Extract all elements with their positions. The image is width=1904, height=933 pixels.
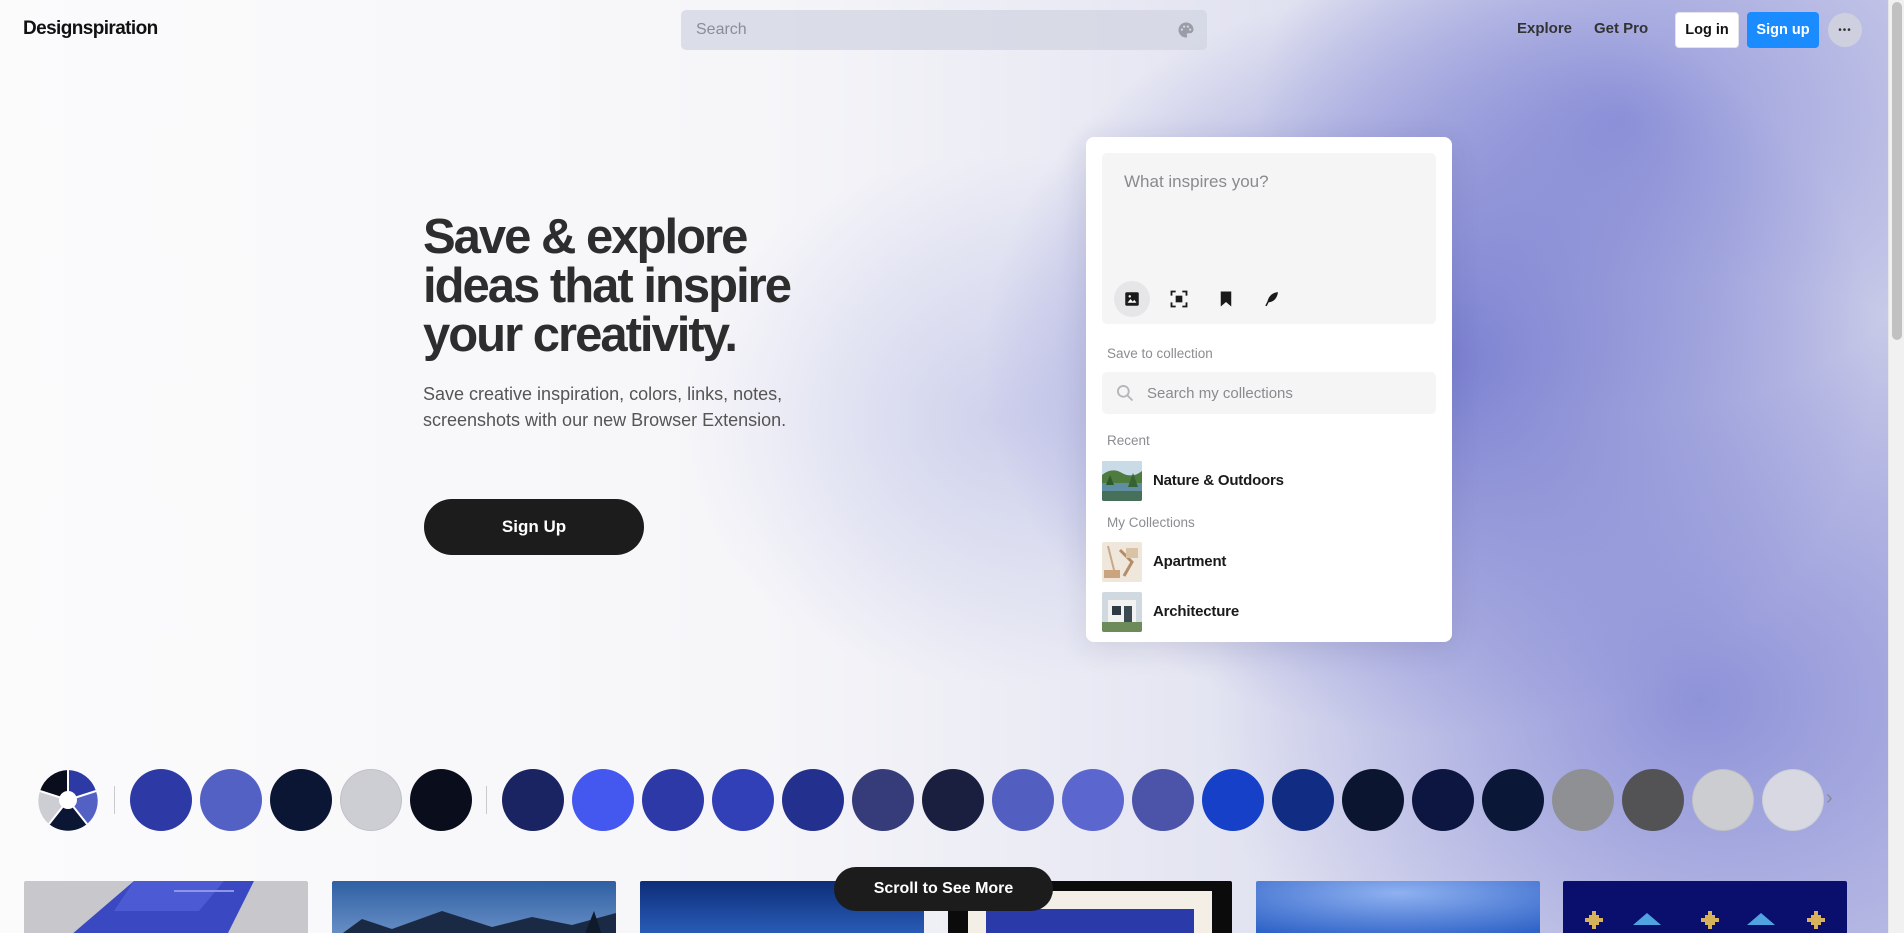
color-swatch[interactable] [642, 769, 704, 831]
feather-icon [1265, 292, 1278, 307]
hero-subtitle: Save creative inspiration, colors, links… [423, 384, 787, 430]
collection-name: Nature & Outdoors [1153, 472, 1284, 489]
scroll-to-see-more-button[interactable]: Scroll to See More [834, 867, 1053, 911]
color-swatch[interactable] [1272, 769, 1334, 831]
bookmark-icon [1220, 291, 1232, 307]
color-swatch[interactable] [200, 769, 262, 831]
color-swatch[interactable] [1132, 769, 1194, 831]
color-swatch[interactable] [130, 769, 192, 831]
search-icon [1117, 385, 1134, 402]
color-wheel-icon[interactable] [37, 769, 99, 831]
top-nav: Designspiration Explore Get Pro Log in S… [0, 0, 1888, 60]
color-swatch[interactable] [1482, 769, 1544, 831]
scrollbar-thumb[interactable] [1892, 2, 1902, 340]
login-button[interactable]: Log in [1675, 12, 1739, 48]
color-swatch[interactable] [270, 769, 332, 831]
collection-thumbnail [1102, 461, 1142, 501]
strip-divider [114, 786, 115, 814]
extension-preview-card: What inspires you? Save to collection Se… [1086, 137, 1452, 642]
recent-label: Recent [1107, 433, 1150, 448]
more-icon: ••• [1838, 24, 1852, 36]
save-to-collection-label: Save to collection [1107, 346, 1213, 361]
color-swatch[interactable] [992, 769, 1054, 831]
collection-search-placeholder: Search my collections [1147, 385, 1293, 402]
color-swatch[interactable] [1762, 769, 1824, 831]
strip-divider [486, 786, 487, 814]
chevron-right-icon[interactable]: › [1826, 787, 1833, 810]
image-tool-button[interactable] [1114, 281, 1150, 317]
pin-thumbnail[interactable] [1256, 881, 1540, 933]
color-swatch[interactable] [712, 769, 774, 831]
pin-thumbnail[interactable] [332, 881, 616, 933]
compose-box[interactable]: What inspires you? [1102, 153, 1436, 324]
collection-name: Architecture [1153, 603, 1239, 620]
screenshot-icon [1170, 290, 1188, 308]
collection-thumbnail [1102, 542, 1142, 582]
color-swatch[interactable] [410, 769, 472, 831]
collection-item[interactable]: Nature & Outdoors [1102, 461, 1436, 501]
color-swatch[interactable] [1062, 769, 1124, 831]
color-swatch[interactable] [852, 769, 914, 831]
more-options-button[interactable]: ••• [1828, 13, 1862, 47]
color-strip: › [0, 768, 1888, 832]
note-tool-button[interactable] [1254, 281, 1290, 317]
pin-thumbnail[interactable] [1563, 881, 1847, 933]
page-scrollbar[interactable] [1888, 0, 1904, 933]
nav-explore[interactable]: Explore [1517, 20, 1572, 37]
color-swatch[interactable] [340, 769, 402, 831]
search-bar[interactable] [681, 10, 1207, 50]
color-swatch[interactable] [1342, 769, 1404, 831]
search-input[interactable] [681, 10, 1207, 50]
hero-title: Save & explore ideas that inspire your c… [423, 210, 792, 362]
hero-signup-button[interactable]: Sign Up [424, 499, 644, 555]
collection-name: Apartment [1153, 553, 1227, 570]
color-swatch[interactable] [782, 769, 844, 831]
compose-placeholder: What inspires you? [1124, 172, 1269, 191]
color-swatch[interactable] [502, 769, 564, 831]
collection-search-field[interactable]: Search my collections [1102, 372, 1436, 414]
bookmark-tool-button[interactable] [1208, 281, 1244, 317]
screenshot-tool-button[interactable] [1161, 281, 1197, 317]
collection-thumbnail [1102, 592, 1142, 632]
my-collections-label: My Collections [1107, 515, 1195, 530]
color-swatch[interactable] [1412, 769, 1474, 831]
color-swatch[interactable] [922, 769, 984, 831]
color-swatch[interactable] [572, 769, 634, 831]
collection-item[interactable]: Architecture [1102, 592, 1436, 632]
color-swatch[interactable] [1202, 769, 1264, 831]
collection-item[interactable]: Apartment [1102, 542, 1436, 582]
nav-get-pro[interactable]: Get Pro [1594, 20, 1648, 37]
logo[interactable]: Designspiration [23, 18, 158, 40]
color-palette-icon[interactable] [1177, 21, 1195, 39]
image-icon [1125, 292, 1139, 306]
pin-thumbnail[interactable] [24, 881, 308, 933]
signup-button[interactable]: Sign up [1747, 12, 1819, 48]
color-swatch[interactable] [1552, 769, 1614, 831]
color-swatch[interactable] [1622, 769, 1684, 831]
color-swatch[interactable] [1692, 769, 1754, 831]
